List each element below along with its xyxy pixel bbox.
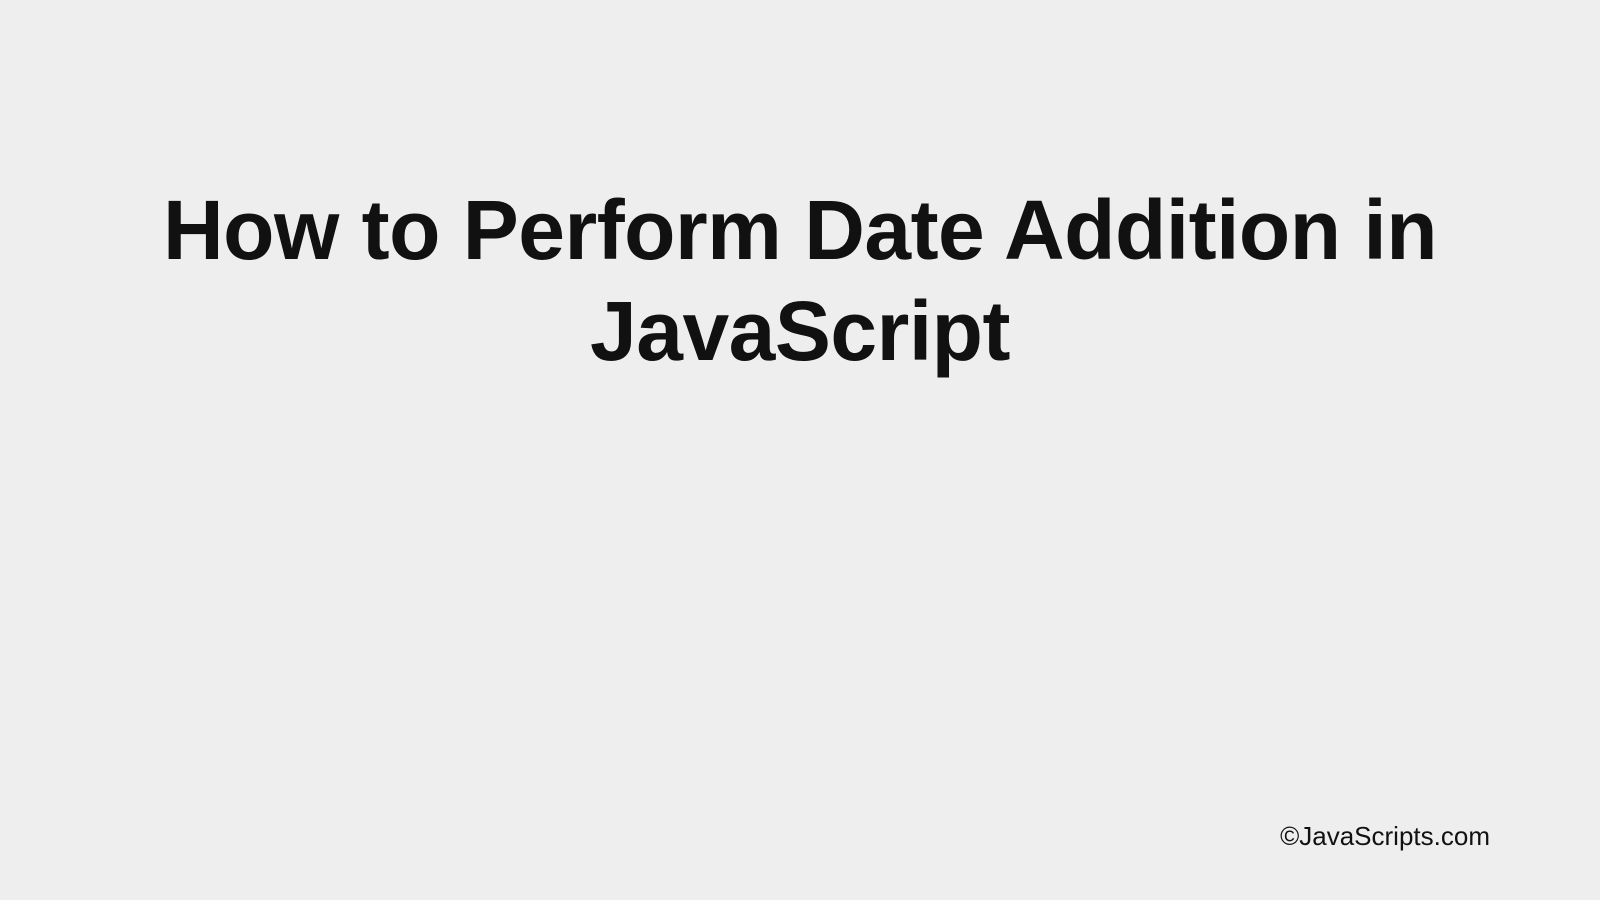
attribution-text: ©JavaScripts.com (1280, 821, 1490, 852)
page-title: How to Perform Date Addition in JavaScri… (80, 180, 1520, 382)
